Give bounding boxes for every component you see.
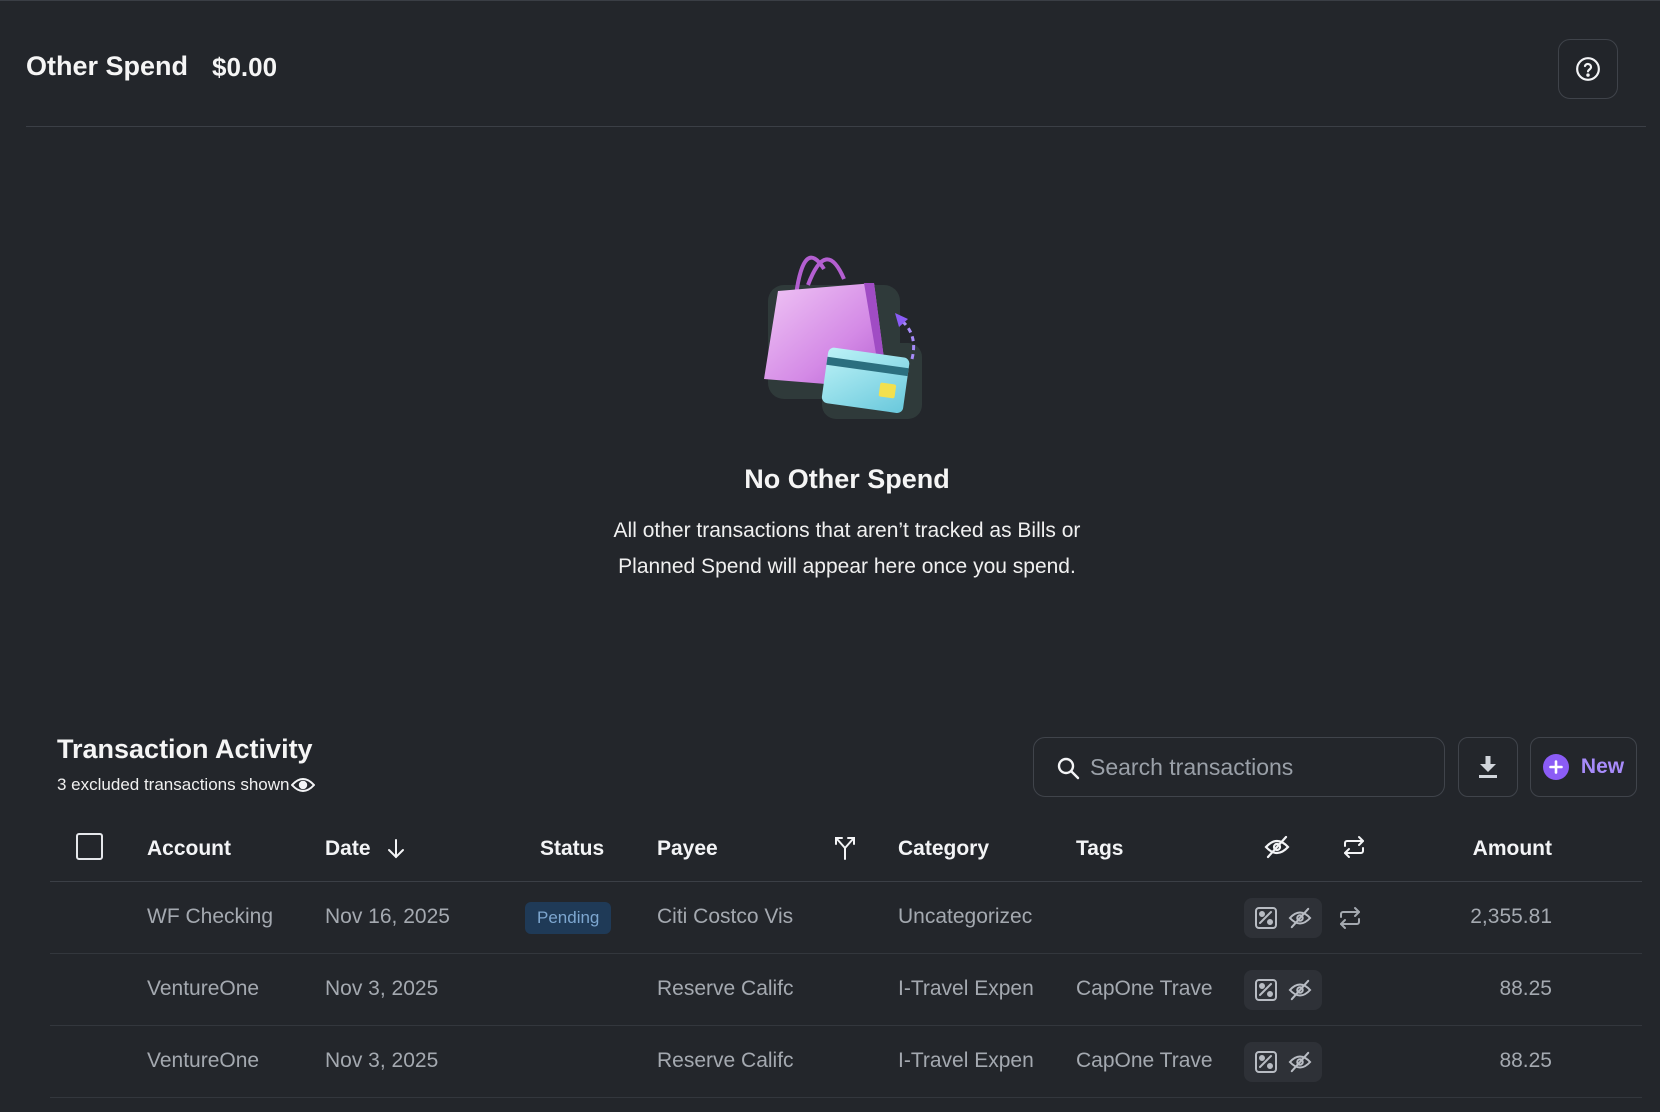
column-header-date[interactable]: Date (325, 837, 405, 861)
row-exclude-controls (1244, 898, 1322, 938)
table-row[interactable]: WF Checking Nov 16, 2025 Pending Citi Co… (50, 882, 1642, 954)
plus-circle-icon (1542, 754, 1569, 780)
column-header-status[interactable]: Status (540, 837, 604, 861)
select-all-checkbox[interactable] (76, 833, 103, 860)
eye-off-icon[interactable] (1264, 835, 1290, 859)
eye-off-icon[interactable] (1288, 1051, 1312, 1073)
row-account: VentureOne (147, 977, 260, 1000)
total-amount: $0.00 (212, 52, 278, 82)
download-button[interactable] (1458, 737, 1518, 797)
percent-off-icon[interactable] (1254, 1050, 1278, 1074)
row-exclude-controls (1244, 1042, 1322, 1082)
row-date: Nov 3, 2025 (325, 977, 439, 1000)
column-header-category[interactable]: Category (898, 837, 989, 861)
column-header-tags[interactable]: Tags (1076, 837, 1123, 861)
other-spend-page: Other Spend $0.00 No Other Spend All oth… (0, 0, 1660, 1112)
eye-off-icon[interactable] (1288, 979, 1312, 1001)
help-button[interactable] (1558, 39, 1618, 99)
column-header-amount[interactable]: Amount (1473, 837, 1552, 861)
table-row[interactable]: VentureOne Nov 3, 2025 Reserve Califc I-… (50, 954, 1642, 1026)
row-exclude-controls (1244, 970, 1322, 1010)
repeat-icon[interactable] (1342, 835, 1366, 859)
row-amount: 2,355.81 (1470, 905, 1552, 928)
column-header-payee[interactable]: Payee (657, 837, 718, 861)
row-date: Nov 16, 2025 (325, 905, 450, 928)
shopping-bag-illustration (752, 239, 942, 431)
percent-off-icon[interactable] (1254, 906, 1278, 930)
row-account: VentureOne (147, 1049, 260, 1072)
question-circle-icon (1575, 56, 1601, 82)
row-date: Nov 3, 2025 (325, 1049, 439, 1072)
row-category[interactable]: Uncategorizec (898, 905, 1036, 929)
status-badge: Pending (525, 902, 612, 934)
percent-off-icon[interactable] (1254, 978, 1278, 1002)
split-icon[interactable] (834, 836, 856, 860)
row-amount: 88.25 (1499, 977, 1552, 1000)
row-payee[interactable]: Reserve Califc (657, 977, 794, 1001)
page-header: Other Spend $0.00 (26, 1, 1646, 127)
arrow-down-icon (387, 839, 405, 859)
row-payee[interactable]: Reserve Califc (657, 1049, 794, 1073)
search-input[interactable] (1090, 746, 1430, 788)
excluded-transactions-label: 3 excluded transactions shown (57, 775, 290, 794)
row-payee[interactable]: Citi Costco Vis (657, 905, 794, 929)
transactions-table: Account Date Status Payee Category Tags … (50, 817, 1642, 1098)
empty-state-description: All other transactions that aren’t track… (560, 513, 1134, 585)
excluded-transactions-toggle[interactable]: 3 excluded transactions shown (57, 775, 316, 795)
search-icon (1056, 756, 1080, 780)
column-header-account[interactable]: Account (147, 837, 231, 861)
table-header: Account Date Status Payee Category Tags … (50, 817, 1642, 882)
row-account: WF Checking (147, 905, 274, 928)
page-title: Other Spend (26, 51, 189, 81)
empty-state-desc-line2: Planned Spend will appear here once you … (618, 555, 1076, 578)
table-row[interactable]: VentureOne Nov 3, 2025 Reserve Califc I-… (50, 1026, 1642, 1098)
column-header-date-label: Date (325, 837, 371, 860)
row-amount: 88.25 (1499, 1049, 1552, 1072)
download-icon (1478, 756, 1498, 778)
new-button-label: New (1580, 755, 1625, 778)
search-transactions-box[interactable] (1033, 737, 1445, 797)
empty-state-title: No Other Spend (744, 464, 950, 494)
eye-icon[interactable] (291, 776, 316, 794)
eye-off-icon[interactable] (1288, 907, 1312, 929)
row-category[interactable]: I-Travel Expen (898, 977, 1036, 1001)
empty-state-desc-line1: All other transactions that aren’t track… (613, 519, 1081, 542)
row-tags[interactable]: CapOne Travel (1076, 1049, 1214, 1073)
new-transaction-button[interactable]: New (1530, 737, 1637, 797)
row-category[interactable]: I-Travel Expen (898, 1049, 1036, 1073)
row-tags[interactable]: CapOne Travel (1076, 977, 1214, 1001)
repeat-icon[interactable] (1338, 906, 1362, 930)
transaction-activity-title: Transaction Activity (57, 734, 313, 764)
